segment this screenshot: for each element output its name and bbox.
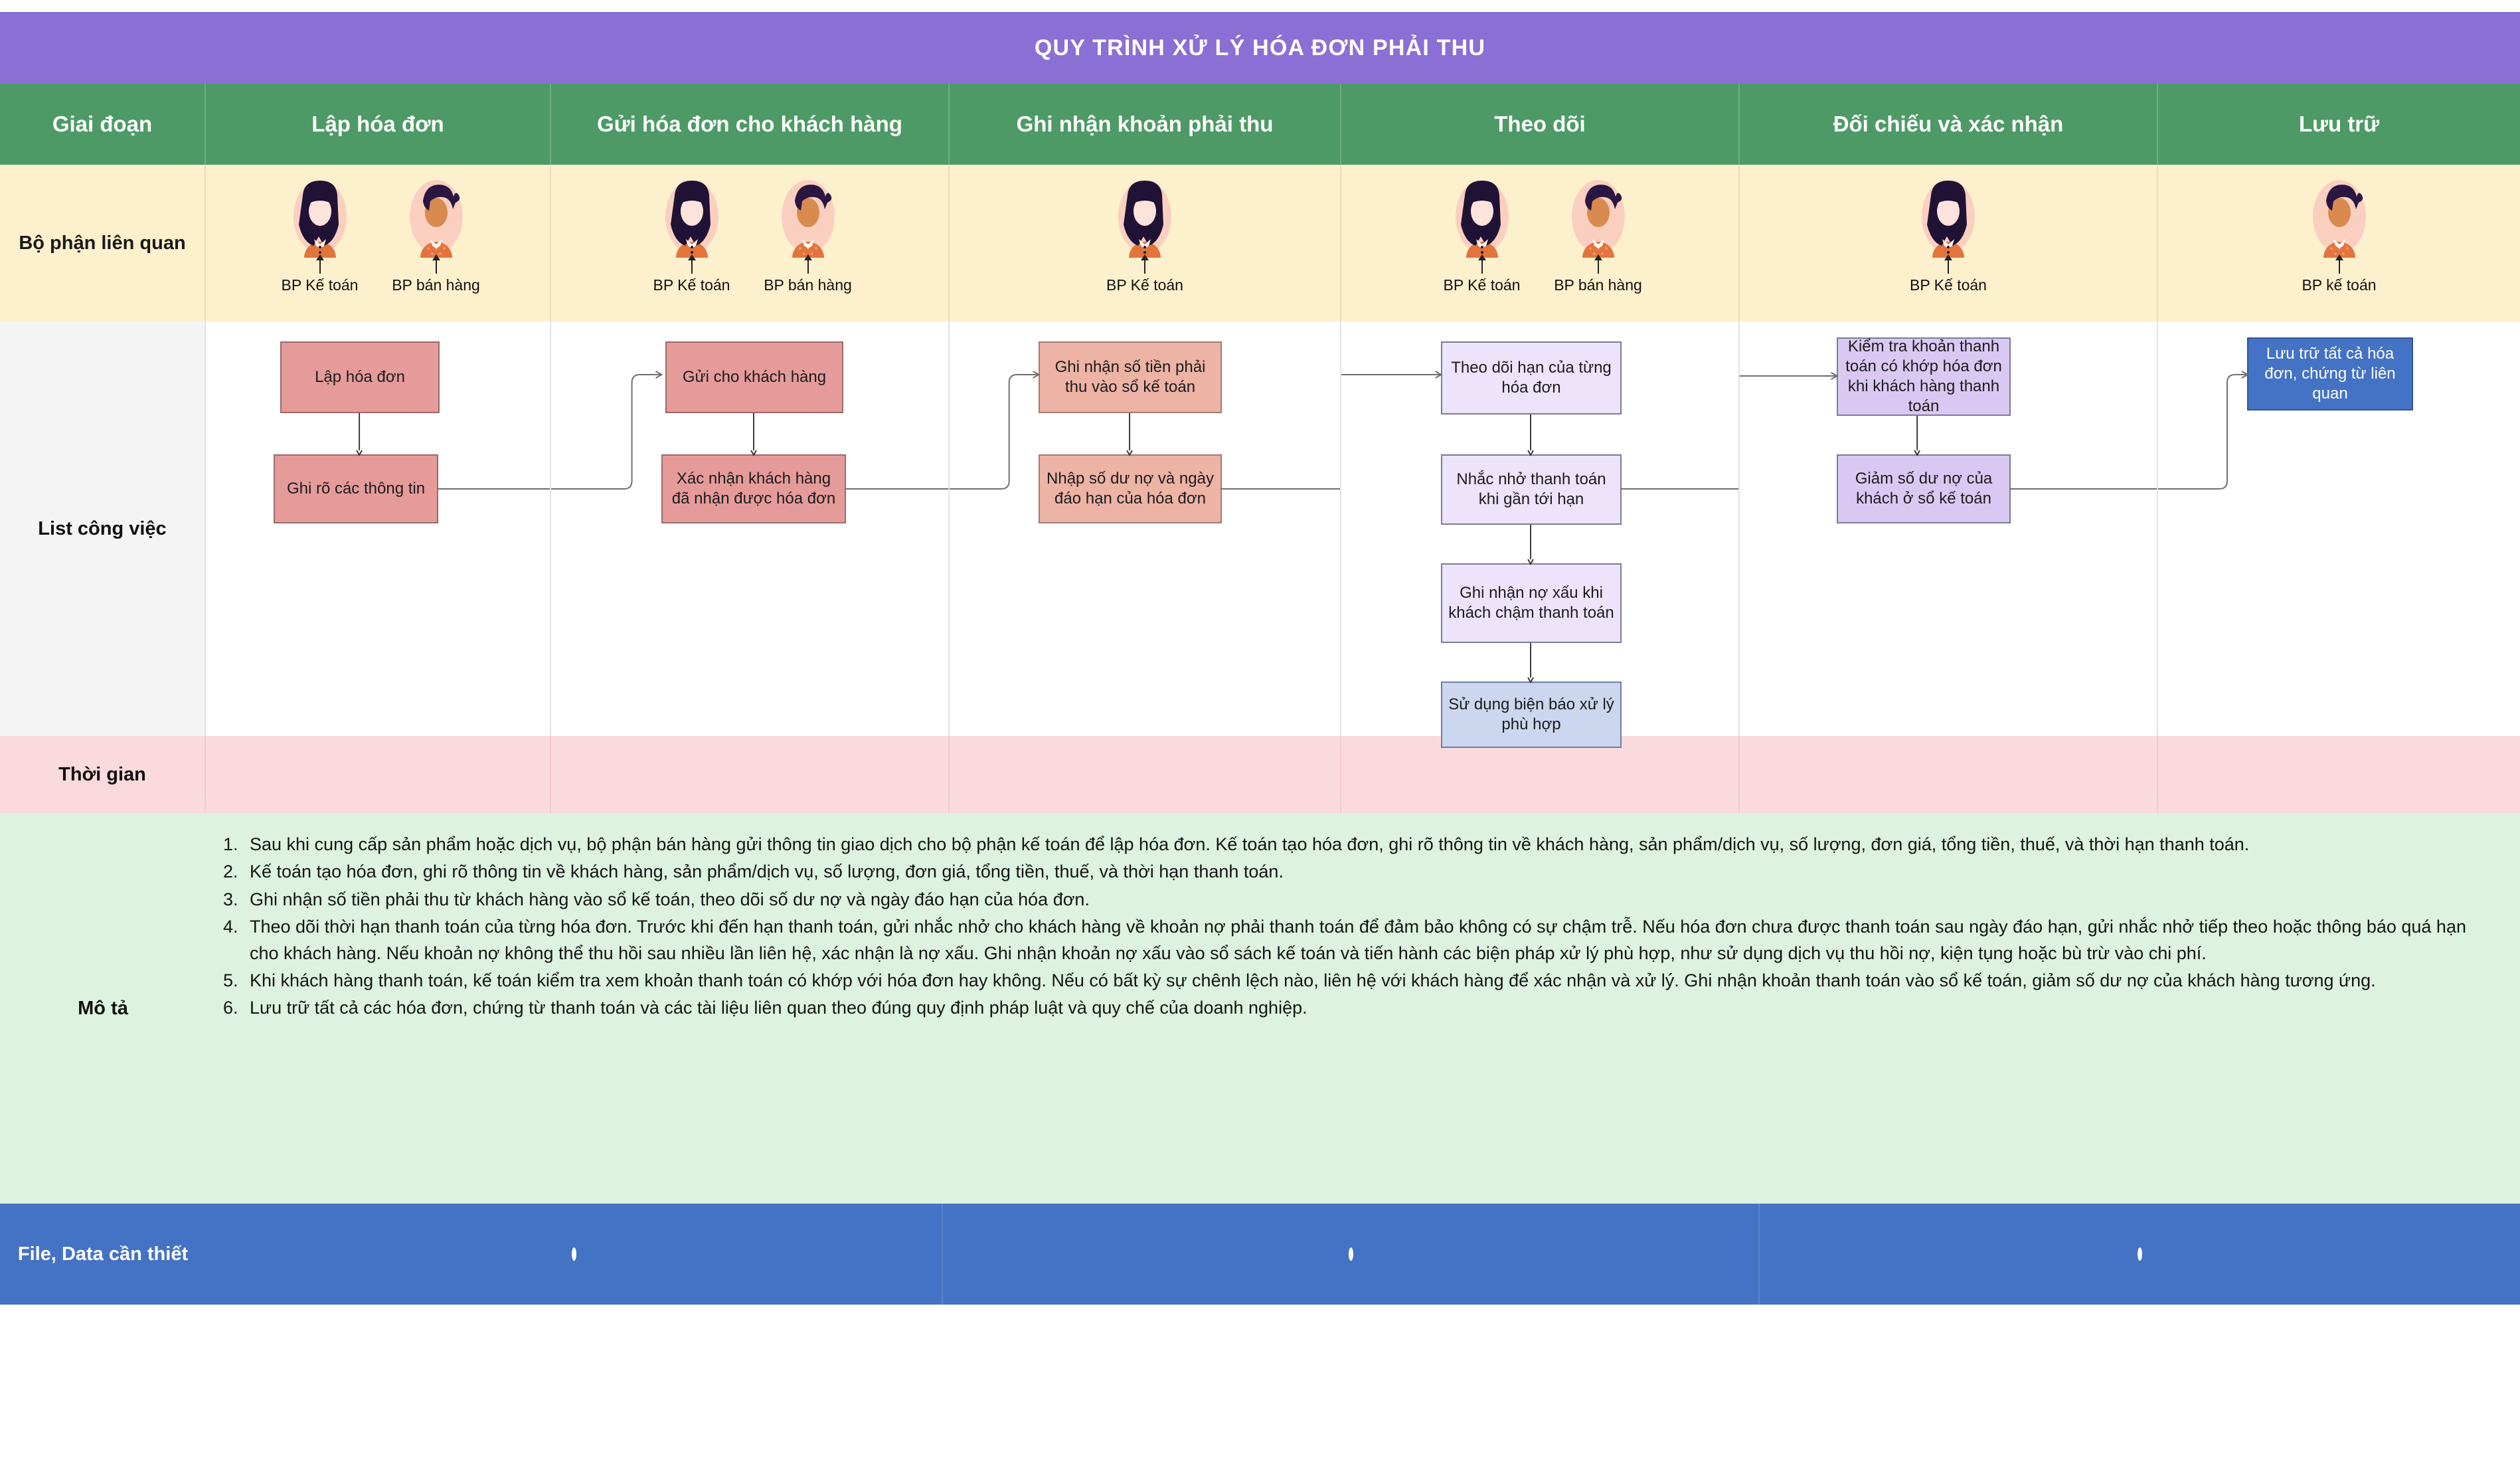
woman-ponytail-avatar <box>1565 175 1632 258</box>
file-cell-3[interactable] <box>1760 1204 2520 1305</box>
woman-long-hair-avatar <box>1915 175 1981 258</box>
row-label-departments: Bộ phận liên quan <box>0 165 206 321</box>
row-label-time: Thời gian <box>0 736 206 813</box>
row-label-description: Mô tả <box>78 997 128 1019</box>
avatar-connector-arrow <box>1141 254 1149 274</box>
stage-header-6[interactable]: Lưu trữ <box>2158 84 2520 165</box>
time-cell-5[interactable] <box>1740 736 2158 813</box>
department-cell-4: BP Kế toán BP bán hàng <box>1341 165 1740 321</box>
person-label: BP bán hàng <box>1554 276 1642 294</box>
stage-header-1[interactable]: Lập hóa đơn <box>206 84 551 165</box>
bullet-dot-icon <box>1348 1247 1353 1261</box>
flow-node[interactable]: Theo dõi hạn của từng hóa đơn <box>1441 341 1622 414</box>
avatar-connector-arrow <box>803 254 812 274</box>
process-flow-sheet: QUY TRÌNH XỬ LÝ HÓA ĐƠN PHẢI THU Giai đo… <box>0 0 2520 1464</box>
department-cell-3: BP Kế toán <box>950 165 1341 321</box>
woman-long-hair-avatar <box>1449 175 1515 258</box>
department-row: Bộ phận liên quan BP Kế toán BP bán hàng <box>0 165 2520 321</box>
row-label-stage: Giai đoạn <box>0 84 206 165</box>
description-item: Lưu trữ tất cả các hóa đơn, chứng từ tha… <box>243 995 2476 1021</box>
person-entry: BP Kế toán <box>1890 175 2007 294</box>
flow-node[interactable]: Kiểm tra khoản thanh toán có khớp hóa đơ… <box>1837 337 2011 416</box>
avatar-connector-arrow <box>432 254 440 274</box>
file-cell-1[interactable] <box>206 1204 943 1305</box>
person-label: BP bán hàng <box>392 276 480 294</box>
person-entry: BP Kế toán <box>633 175 750 294</box>
description-item: Theo dõi thời hạn thanh toán của từng hó… <box>243 914 2476 966</box>
person-label: BP Kế toán <box>1910 276 1987 294</box>
stage-header-5[interactable]: Đối chiếu và xác nhận <box>1740 84 2158 165</box>
woman-ponytail-avatar <box>775 175 841 258</box>
description-item: Sau khi cung cấp sản phẩm hoặc dịch vụ, … <box>243 832 2476 858</box>
woman-long-hair-avatar <box>1112 175 1178 258</box>
person-label: BP Kế toán <box>1443 276 1521 294</box>
stage-header-3[interactable]: Ghi nhận khoản phải thu <box>950 84 1341 165</box>
person-entry: BP kế toán <box>2281 175 2397 294</box>
woman-long-hair-avatar <box>659 175 725 258</box>
flow-node[interactable]: Ghi nhận nợ xấu khi khách chậm thanh toá… <box>1441 563 1622 643</box>
stage-header-row: Giai đoạn Lập hóa đơn Gửi hóa đơn cho kh… <box>0 84 2520 165</box>
avatar-connector-arrow <box>2335 254 2343 274</box>
time-cell-1[interactable] <box>206 736 551 813</box>
department-cell-6: BP kế toán <box>2158 165 2520 321</box>
woman-long-hair-avatar <box>287 175 353 258</box>
worklist-cell-2: Gửi cho khách hàng Xác nhận khách hàng đ… <box>551 321 950 736</box>
row-label-files: File, Data cần thiết <box>17 1243 189 1265</box>
woman-ponytail-avatar <box>2306 175 2373 258</box>
avatar-connector-arrow <box>1477 254 1486 274</box>
bullet-dot-icon <box>571 1247 576 1261</box>
time-cell-4[interactable] <box>1341 736 1740 813</box>
woman-ponytail-avatar <box>403 175 469 258</box>
flow-node[interactable]: Ghi rõ các thông tin <box>274 454 438 523</box>
person-label: BP bán hàng <box>764 276 852 294</box>
description-item: Kế toán tạo hóa đơn, ghi rõ thông tin về… <box>243 859 2476 885</box>
flow-node[interactable]: Ghi nhận số tiền phải thu vào sổ kế toán <box>1039 341 1222 413</box>
time-cell-3[interactable] <box>950 736 1341 813</box>
flow-node[interactable]: Nhắc nhở thanh toán khi gần tới hạn <box>1441 454 1622 525</box>
time-cell-6[interactable] <box>2158 736 2520 813</box>
stage-header-2[interactable]: Gửi hóa đơn cho khách hàng <box>551 84 950 165</box>
flow-node[interactable]: Lập hóa đơn <box>280 341 440 413</box>
stage-header-4[interactable]: Theo dõi <box>1341 84 1740 165</box>
description-row: Mô tả Sau khi cung cấp sản phẩm hoặc dịc… <box>0 813 2520 1204</box>
flow-node[interactable]: Lưu trữ tất cả hóa đơn, chứng từ liên qu… <box>2247 337 2413 411</box>
person-entry: BP Kế toán <box>1087 175 1203 294</box>
person-entry: BP bán hàng <box>1540 175 1656 294</box>
worklist-cell-6: Lưu trữ tất cả hóa đơn, chứng từ liên qu… <box>2158 321 2520 736</box>
row-label-worklist: List công việc <box>0 321 206 736</box>
person-entry: BP bán hàng <box>378 175 494 294</box>
avatar-connector-arrow <box>687 254 696 274</box>
person-label: BP kế toán <box>2302 276 2377 294</box>
flow-node[interactable]: Giảm số dư nợ của khách ở sổ kế toán <box>1837 454 2011 523</box>
avatar-connector-arrow <box>1944 254 1952 274</box>
time-row: Thời gian <box>0 736 2520 813</box>
worklist-cell-4: Theo dõi hạn của từng hóa đơn Nhắc nhở t… <box>1341 321 1740 748</box>
department-cell-1: BP Kế toán BP bán hàng <box>206 165 551 321</box>
file-cell-2[interactable] <box>943 1204 1760 1305</box>
avatar-connector-arrow <box>315 254 324 274</box>
description-item: Ghi nhận số tiền phải thu từ khách hàng … <box>243 887 2476 913</box>
worklist-cell-3: Ghi nhận số tiền phải thu vào sổ kế toán… <box>950 321 1341 736</box>
worklist-cell-1: Lập hóa đơn Ghi rõ các thông tin <box>206 321 551 736</box>
worklist-cell-5: Kiểm tra khoản thanh toán có khớp hóa đơ… <box>1740 321 2158 736</box>
avatar-connector-arrow <box>1594 254 1602 274</box>
department-cell-2: BP Kế toán BP bán hàng <box>551 165 950 321</box>
flow-node[interactable]: Xác nhận khách hàng đã nhận được hóa đơn <box>661 454 846 523</box>
flow-node[interactable]: Gửi cho khách hàng <box>665 341 843 413</box>
person-label: BP Kế toán <box>281 276 359 294</box>
description-body: Sau khi cung cấp sản phẩm hoặc dịch vụ, … <box>206 813 2520 1204</box>
person-label: BP Kế toán <box>1106 276 1183 294</box>
person-entry: BP Kế toán <box>262 175 378 294</box>
worklist-row: List công việc Lập hóa đơn Ghi rõ các th… <box>0 321 2520 748</box>
person-entry: BP Kế toán <box>1424 175 1540 294</box>
person-entry: BP bán hàng <box>750 175 866 294</box>
file-data-row: File, Data cần thiết <box>0 1204 2520 1305</box>
time-cell-2[interactable] <box>551 736 950 813</box>
description-item: Khi khách hàng thanh toán, kế toán kiểm … <box>243 968 2476 994</box>
page-title: QUY TRÌNH XỬ LÝ HÓA ĐƠN PHẢI THU <box>0 12 2520 84</box>
department-cell-5: BP Kế toán <box>1740 165 2158 321</box>
flow-node[interactable]: Nhập số dư nợ và ngày đáo hạn của hóa đơ… <box>1039 454 1222 523</box>
person-label: BP Kế toán <box>653 276 730 294</box>
bullet-dot-icon <box>2138 1247 2142 1261</box>
